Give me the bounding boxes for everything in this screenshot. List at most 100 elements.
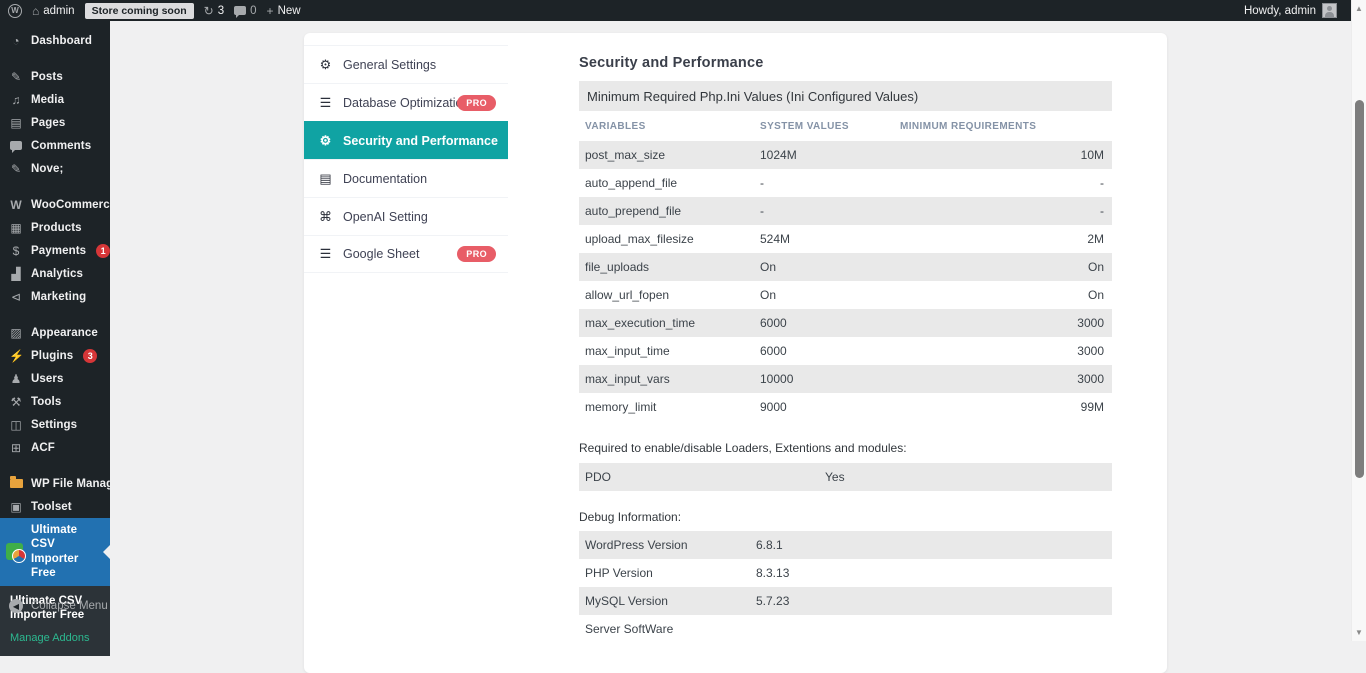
plugin-icon: ⚡ xyxy=(9,350,23,362)
table-row: memory_limit900099M xyxy=(579,393,1112,421)
sidebar-item-payments[interactable]: $Payments1 xyxy=(0,239,110,262)
admin-sidebar: ◔Dashboard ✎Posts ♫Media ▤Pages Comments… xyxy=(0,21,110,641)
tab-general-settings[interactable]: ⚙General Settings xyxy=(304,45,508,83)
folder-icon xyxy=(9,478,23,490)
openai-icon: ⌘ xyxy=(318,209,333,225)
products-icon: ▦ xyxy=(9,222,23,234)
sidebar-item-pages[interactable]: ▤Pages xyxy=(0,111,110,134)
pro-badge: PRO xyxy=(457,95,496,111)
collapse-arrow-icon: ◀ xyxy=(9,599,23,613)
security-performance-panel: Security and Performance Minimum Require… xyxy=(579,33,1112,643)
dashboard-icon: ◔ xyxy=(9,35,23,47)
sidebar-item-settings[interactable]: ◫Settings xyxy=(0,413,110,436)
submenu-item-manage-addons[interactable]: Manage Addons xyxy=(10,632,100,644)
pages-icon: ▤ xyxy=(9,117,23,129)
table-row: upload_max_filesize524M2M xyxy=(579,225,1112,253)
tools-icon: ⚒ xyxy=(9,396,23,408)
sidebar-item-comments[interactable]: Comments xyxy=(0,134,110,157)
settings-icon: ◫ xyxy=(9,419,23,431)
media-icon: ♫ xyxy=(9,94,23,106)
sidebar-item-acf[interactable]: ⊞ACF xyxy=(0,436,110,459)
comments-menu[interactable]: 0 xyxy=(234,5,256,17)
table-row: max_execution_time60003000 xyxy=(579,309,1112,337)
site-menu[interactable]: ⌂ admin xyxy=(32,5,75,17)
table-row: WordPress Version6.8.1 xyxy=(579,531,1112,559)
table-row: post_max_size1024M10M xyxy=(579,141,1112,169)
avatar[interactable] xyxy=(1322,3,1337,18)
toolset-icon: ▣ xyxy=(9,501,23,513)
wordpress-logo-icon[interactable]: W xyxy=(8,4,22,18)
payments-icon: $ xyxy=(9,245,23,257)
scrollbar-thumb[interactable] xyxy=(1355,100,1364,478)
page-title: Security and Performance xyxy=(579,55,1112,71)
admin-content-area: ⚙General Settings ☰Database Optimization… xyxy=(110,21,1351,641)
payments-count-badge: 1 xyxy=(96,244,110,258)
table-row: MySQL Version5.7.23 xyxy=(579,587,1112,615)
debug-info-label: Debug Information: xyxy=(579,510,1112,524)
woocommerce-icon: W xyxy=(9,199,23,211)
sidebar-item-posts[interactable]: ✎Posts xyxy=(0,65,110,88)
pin-icon: ✎ xyxy=(9,71,23,83)
sidebar-item-nove[interactable]: ✎Nove; xyxy=(0,157,110,180)
table-row: auto_prepend_file-- xyxy=(579,197,1112,225)
table-row: allow_url_fopenOnOn xyxy=(579,281,1112,309)
user-icon: ♟ xyxy=(9,373,23,385)
sidebar-item-dashboard[interactable]: ◔Dashboard xyxy=(0,29,110,52)
howdy-admin[interactable]: Howdy, admin xyxy=(1244,5,1316,17)
sidebar-item-marketing[interactable]: ⊲Marketing xyxy=(0,285,110,308)
phpini-section-header: Minimum Required Php.Ini Values (Ini Con… xyxy=(579,81,1112,111)
pro-badge: PRO xyxy=(457,246,496,262)
sidebar-item-media[interactable]: ♫Media xyxy=(0,88,110,111)
home-icon: ⌂ xyxy=(32,5,39,17)
tab-security-and-performance[interactable]: ⚙Security and Performance xyxy=(304,121,508,159)
cog-icon: ⚙ xyxy=(318,133,333,149)
plugins-count-badge: 3 xyxy=(83,349,97,363)
comment-bubble-icon xyxy=(9,140,23,152)
new-label: New xyxy=(278,5,301,17)
loaders-table: PDOYes xyxy=(579,463,1112,491)
sidebar-item-plugins[interactable]: ⚡Plugins3 xyxy=(0,344,110,367)
table-row: Server SoftWare xyxy=(579,615,1112,643)
updates-menu[interactable]: ↻ 3 xyxy=(204,5,224,17)
site-name: admin xyxy=(43,5,74,17)
new-menu[interactable]: + New xyxy=(267,5,301,17)
table-row: max_input_time60003000 xyxy=(579,337,1112,365)
database-icon: ☰ xyxy=(318,95,333,111)
csv-importer-submenu: Ultimate CSV Importer Free Manage Addons xyxy=(0,586,110,657)
plugin-settings-card: ⚙General Settings ☰Database Optimization… xyxy=(304,33,1167,673)
settings-tab-list: ⚙General Settings ☰Database Optimization… xyxy=(304,45,508,273)
analytics-icon: ▟ xyxy=(9,268,23,280)
plus-icon: + xyxy=(267,5,274,17)
scroll-up-arrow-icon[interactable]: ▲ xyxy=(1352,4,1366,13)
sidebar-item-appearance[interactable]: ▨Appearance xyxy=(0,321,110,344)
table-row: auto_append_file-- xyxy=(579,169,1112,197)
sidebar-item-products[interactable]: ▦Products xyxy=(0,216,110,239)
megaphone-icon: ⊲ xyxy=(9,291,23,303)
page-scrollbar[interactable]: ▲ ▼ xyxy=(1351,0,1366,641)
collapse-menu-button[interactable]: ◀ Collapse Menu xyxy=(0,599,110,613)
scroll-down-arrow-icon[interactable]: ▼ xyxy=(1352,628,1366,637)
table-row: PHP Version8.3.13 xyxy=(579,559,1112,587)
acf-icon: ⊞ xyxy=(9,442,23,454)
sidebar-item-analytics[interactable]: ▟Analytics xyxy=(0,262,110,285)
debug-info-table: WordPress Version6.8.1 PHP Version8.3.13… xyxy=(579,531,1112,643)
document-icon: ▤ xyxy=(318,171,333,187)
store-coming-soon-badge[interactable]: Store coming soon xyxy=(85,3,194,19)
tab-openai-setting[interactable]: ⌘OpenAI Setting xyxy=(304,197,508,235)
sidebar-item-tools[interactable]: ⚒Tools xyxy=(0,390,110,413)
phpini-table-header: VARIABLES SYSTEM VALUES MINIMUM REQUIREM… xyxy=(579,111,1112,141)
sidebar-item-users[interactable]: ♟Users xyxy=(0,367,110,390)
table-row: PDOYes xyxy=(579,463,1112,491)
sidebar-item-ultimate-csv-importer[interactable]: Ultimate CSV Importer Free xyxy=(0,518,110,586)
tab-google-sheet[interactable]: ☰Google SheetPRO xyxy=(304,235,508,273)
appearance-icon: ▨ xyxy=(9,327,23,339)
sidebar-item-wp-file-manager[interactable]: WP File Manager xyxy=(0,472,110,495)
sidebar-item-woocommerce[interactable]: WWooCommerce xyxy=(0,193,110,216)
tab-database-optimization[interactable]: ☰Database OptimizationPRO xyxy=(304,83,508,121)
loaders-label: Required to enable/disable Loaders, Exte… xyxy=(579,441,1112,455)
tab-documentation[interactable]: ▤Documentation xyxy=(304,159,508,197)
admin-top-bar: W ⌂ admin Store coming soon ↻ 3 0 + New … xyxy=(0,0,1351,21)
sidebar-item-toolset[interactable]: ▣Toolset xyxy=(0,495,110,518)
table-row: file_uploadsOnOn xyxy=(579,253,1112,281)
comment-bubble-icon xyxy=(234,6,246,15)
